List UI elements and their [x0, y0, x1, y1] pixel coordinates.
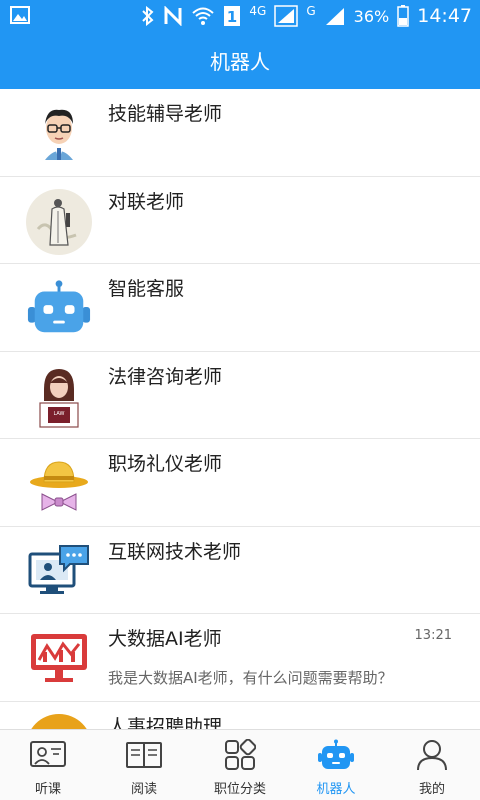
item-name: 职场礼仪老师: [108, 453, 223, 475]
tab-categories[interactable]: 职位分类: [192, 730, 288, 800]
list-item[interactable]: 大数据AI老师 13:21 我是大数据AI老师，有什么问题需要帮助？: [0, 614, 480, 702]
tab-robot[interactable]: 机器人: [288, 730, 384, 800]
lawyer-avatar: LAW: [26, 364, 92, 430]
tab-lecture[interactable]: 听课: [0, 730, 96, 800]
item-name: 互联网技术老师: [108, 540, 242, 563]
list-item[interactable]: 技能辅导老师: [0, 89, 480, 177]
computer-chat-avatar: [26, 539, 92, 605]
scholar-painting-avatar: [26, 188, 92, 255]
tab-reading[interactable]: 阅读: [96, 730, 192, 800]
list-item[interactable]: 互联网技术老师: [0, 526, 480, 614]
list-item[interactable]: LAW 法律咨询老师: [0, 351, 480, 439]
hat-bowtie-avatar: [26, 451, 92, 517]
svg-text:LAW: LAW: [54, 411, 65, 417]
list-item[interactable]: 智能客服: [0, 264, 480, 352]
clock: 14:47: [417, 5, 472, 27]
item-name: 法律咨询老师: [108, 365, 223, 388]
tab-label: 机器人: [316, 782, 356, 797]
battery-percent: 36%: [353, 6, 390, 26]
app-header: 机器人: [0, 32, 480, 89]
teacher-glasses-avatar: [26, 101, 92, 167]
item-name: 智能客服: [108, 278, 185, 300]
robot-list: 技能辅导老师 对联老师 智能客服 LAW 法律咨询老师 职场礼仪老师 互联网技术…: [0, 89, 480, 729]
chart-monitor-avatar: [26, 626, 92, 692]
robot-icon: [316, 738, 356, 772]
user-icon: [412, 738, 452, 772]
robot-avatar: [26, 276, 92, 342]
lecture-icon: [28, 738, 68, 772]
item-time: 13:21: [414, 628, 452, 643]
nfc-icon: [163, 6, 183, 26]
tab-label: 听课: [34, 782, 61, 797]
item-name: 技能辅导老师: [108, 103, 223, 125]
tab-label: 职位分类: [213, 782, 266, 797]
list-item[interactable]: 职场礼仪老师: [0, 439, 480, 527]
network-g-label: G: [306, 4, 316, 18]
hr-avatar: [26, 713, 92, 729]
item-preview: 我是大数据AI老师，有什么问题需要帮助？: [108, 669, 393, 687]
gallery-notification-icon: [10, 6, 30, 28]
battery-icon: [397, 5, 409, 27]
signal-icon: [274, 5, 299, 27]
list-item[interactable]: 对联老师: [0, 176, 480, 264]
book-icon: [124, 738, 164, 772]
item-name: 大数据AI老师: [108, 628, 222, 650]
tab-label: 阅读: [130, 782, 157, 797]
bottom-nav: 听课 阅读 职位分类 机器人 我的: [0, 729, 480, 800]
category-icon: [220, 738, 260, 772]
sim-1-icon: 1: [223, 5, 241, 27]
bluetooth-icon: [141, 6, 155, 26]
list-item[interactable]: 人事招聘助理: [0, 701, 480, 730]
item-name: 对联老师: [108, 190, 185, 213]
signal-2-icon: [324, 6, 346, 26]
status-bar: 1 4G G 36% 14:47: [0, 0, 480, 32]
wifi-icon: [191, 6, 215, 26]
item-name: 人事招聘助理: [108, 715, 223, 730]
tab-mine[interactable]: 我的: [384, 730, 480, 800]
network-4g-label: 4G: [249, 4, 267, 18]
svg-text:1: 1: [227, 8, 237, 26]
page-title: 机器人: [210, 50, 270, 74]
tab-label: 我的: [418, 782, 445, 797]
